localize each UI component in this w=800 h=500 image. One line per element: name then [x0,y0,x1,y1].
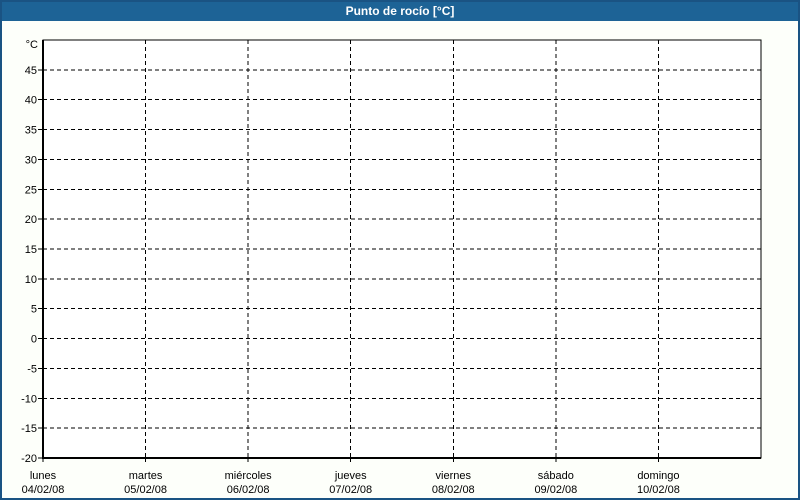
y-tick-label: 35 [25,125,37,137]
x-date-label: 07/02/08 [329,484,372,496]
x-date-label: 08/02/08 [432,484,475,496]
y-axis-unit-label: °C [26,39,38,51]
x-date-label: 06/02/08 [227,484,270,496]
x-date-label: 09/02/08 [534,484,577,496]
y-tick-label: 30 [25,154,37,166]
x-day-label: sábado [538,470,574,482]
y-tick-label: 0 [31,334,37,346]
y-tick-label: 20 [25,214,37,226]
x-day-label: jueves [334,470,367,482]
y-tick-label: 5 [31,304,37,316]
y-tick-label: 25 [25,184,37,196]
y-tick-label: -15 [21,423,37,435]
title-bar: Punto de rocío [°C] [0,0,800,21]
dew-point-plot: 45 40 35 30 25 20 15 10 5 0 -5 -10 -15 -20 °C lunes 04/0… [21,39,762,496]
y-tick-label: -10 [21,393,37,405]
x-date-label: 05/02/08 [124,484,167,496]
y-tick-label: 40 [25,95,37,107]
x-day-label: miércoles [225,470,273,482]
y-tick-label: 10 [25,274,37,286]
chart-window: 45 40 35 30 25 20 15 10 5 0 -5 -10 -15 -20 °C lunes 04/0… [0,0,800,500]
x-date-label: 04/02/08 [22,484,65,496]
chart-title: Punto de rocío [°C] [345,3,455,18]
y-tick-label: -20 [21,453,37,465]
y-tick-label: 15 [25,244,37,256]
y-tick-label: -5 [27,363,37,375]
y-tick-label: 45 [25,65,37,77]
x-day-label: domingo [637,470,679,482]
x-day-label: martes [129,470,163,482]
x-date-label: 10/02/08 [637,484,680,496]
x-day-label: viernes [436,470,472,482]
x-day-label: lunes [30,470,57,482]
